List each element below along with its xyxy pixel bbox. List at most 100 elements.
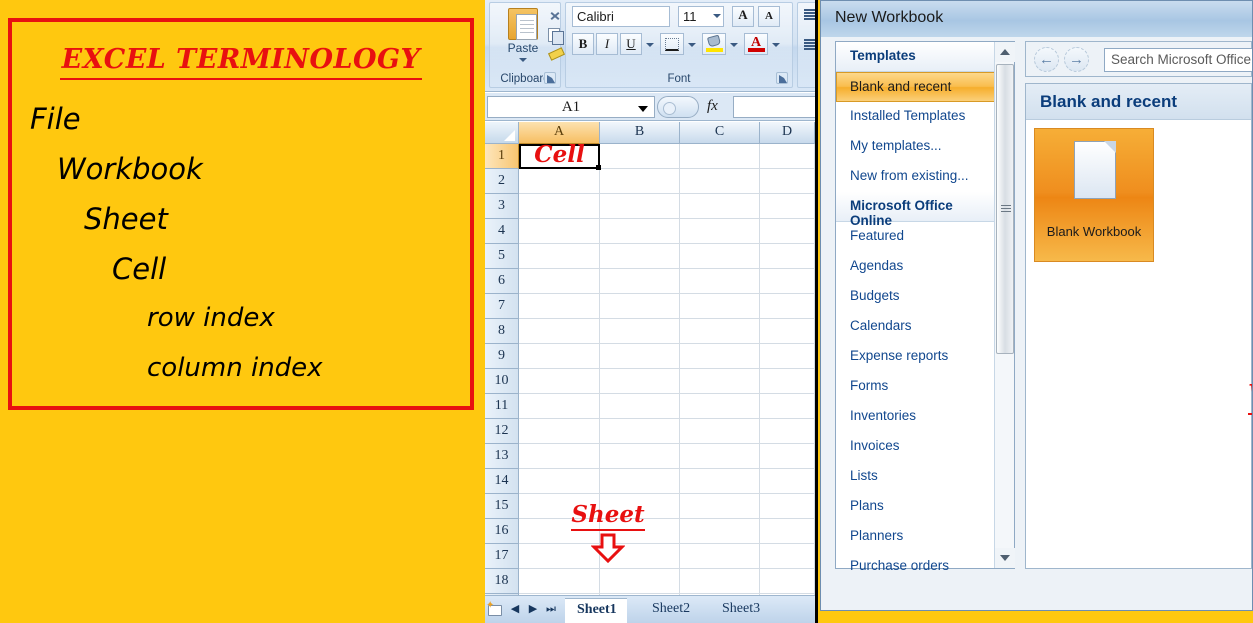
cell-A2[interactable]: [519, 169, 600, 194]
fill-color-chevron-down-icon[interactable]: [730, 43, 738, 47]
chevron-down-icon[interactable]: [519, 58, 527, 62]
cell-C13[interactable]: [680, 444, 760, 469]
last-sheet-button[interactable]: ⏭: [543, 602, 559, 618]
template-item-calendars[interactable]: Calendars: [836, 312, 994, 342]
row-header-17[interactable]: 17: [485, 544, 519, 569]
cell-D14[interactable]: [760, 469, 815, 494]
cell-A6[interactable]: [519, 269, 600, 294]
cell-D15[interactable]: [760, 494, 815, 519]
font-name-input[interactable]: Calibri: [572, 6, 670, 27]
cell-A4[interactable]: [519, 219, 600, 244]
cell-B18[interactable]: [600, 569, 680, 594]
back-button[interactable]: ←: [1034, 47, 1059, 72]
templates-scrollbar[interactable]: [994, 42, 1015, 568]
row-header-14[interactable]: 14: [485, 469, 519, 494]
insert-sheet-button[interactable]: ✦: [485, 600, 507, 620]
cell-A15[interactable]: [519, 494, 600, 519]
cell-C1[interactable]: [680, 144, 760, 169]
template-item-lists[interactable]: Lists: [836, 462, 994, 492]
cell-D4[interactable]: [760, 219, 815, 244]
cell-C7[interactable]: [680, 294, 760, 319]
row-header-18[interactable]: 18: [485, 569, 519, 594]
cell-D18[interactable]: [760, 569, 815, 594]
cell-A10[interactable]: [519, 369, 600, 394]
cell-B5[interactable]: [600, 244, 680, 269]
sheet-tab-sheet1[interactable]: Sheet1: [565, 598, 627, 623]
cell-B6[interactable]: [600, 269, 680, 294]
template-item-budgets[interactable]: Budgets: [836, 282, 994, 312]
align-top-icon[interactable]: [804, 9, 815, 20]
template-item-my-templates[interactable]: My templates...: [836, 132, 994, 162]
cell-A5[interactable]: [519, 244, 600, 269]
cell-D5[interactable]: [760, 244, 815, 269]
template-item-invoices[interactable]: Invoices: [836, 432, 994, 462]
cell-D11[interactable]: [760, 394, 815, 419]
template-item-blank-and-recent[interactable]: Blank and recent: [836, 72, 996, 102]
cell-C15[interactable]: [680, 494, 760, 519]
borders-button[interactable]: [660, 33, 684, 55]
cell-C17[interactable]: [680, 544, 760, 569]
font-color-chevron-down-icon[interactable]: [772, 43, 780, 47]
scroll-up-button[interactable]: [995, 42, 1015, 62]
bold-button[interactable]: B: [572, 33, 594, 55]
cell-B7[interactable]: [600, 294, 680, 319]
name-box[interactable]: A1: [487, 96, 655, 118]
cell-C10[interactable]: [680, 369, 760, 394]
template-item-new-from-existing[interactable]: New from existing...: [836, 162, 994, 192]
font-dialog-launcher-icon[interactable]: [776, 72, 788, 84]
cell-B2[interactable]: [600, 169, 680, 194]
cell-A14[interactable]: [519, 469, 600, 494]
cell-B12[interactable]: [600, 419, 680, 444]
align-left-icon[interactable]: [804, 39, 815, 50]
cell-A9[interactable]: [519, 344, 600, 369]
cell-C14[interactable]: [680, 469, 760, 494]
cell-A7[interactable]: [519, 294, 600, 319]
next-sheet-button[interactable]: ▶: [525, 602, 541, 618]
row-header-12[interactable]: 12: [485, 419, 519, 444]
cell-C16[interactable]: [680, 519, 760, 544]
borders-chevron-down-icon[interactable]: [688, 43, 696, 47]
cell-D3[interactable]: [760, 194, 815, 219]
scroll-down-button[interactable]: [995, 548, 1015, 568]
row-header-5[interactable]: 5: [485, 244, 519, 269]
name-box-chevron-down-icon[interactable]: [638, 106, 648, 112]
cell-D12[interactable]: [760, 419, 815, 444]
sheet-tab-sheet3[interactable]: Sheet3: [710, 598, 770, 623]
previous-sheet-button[interactable]: ◀: [507, 602, 523, 618]
cell-A18[interactable]: [519, 569, 600, 594]
cell-A12[interactable]: [519, 419, 600, 444]
cell-B8[interactable]: [600, 319, 680, 344]
row-header-11[interactable]: 11: [485, 394, 519, 419]
row-header-13[interactable]: 13: [485, 444, 519, 469]
template-item-installed-templates[interactable]: Installed Templates: [836, 102, 994, 132]
italic-button[interactable]: I: [596, 33, 618, 55]
column-header-c[interactable]: C: [680, 122, 760, 144]
cell-B13[interactable]: [600, 444, 680, 469]
cell-D13[interactable]: [760, 444, 815, 469]
clipboard-dialog-launcher-icon[interactable]: [544, 72, 556, 84]
scrollbar-thumb[interactable]: [996, 64, 1014, 354]
template-item-plans[interactable]: Plans: [836, 492, 994, 522]
row-header-7[interactable]: 7: [485, 294, 519, 319]
cell-B4[interactable]: [600, 219, 680, 244]
cell-D10[interactable]: [760, 369, 815, 394]
font-color-button[interactable]: A: [744, 33, 768, 55]
sheet-tab-sheet2[interactable]: Sheet2: [640, 598, 700, 623]
cell-C9[interactable]: [680, 344, 760, 369]
cell-C4[interactable]: [680, 219, 760, 244]
grow-font-button[interactable]: A: [732, 6, 754, 27]
column-header-a[interactable]: A: [519, 122, 600, 144]
underline-button[interactable]: U: [620, 33, 642, 55]
template-item-agendas[interactable]: Agendas: [836, 252, 994, 282]
cell-D9[interactable]: [760, 344, 815, 369]
column-header-d[interactable]: D: [760, 122, 815, 144]
paste-button[interactable]: Paste: [498, 6, 548, 68]
cell-C6[interactable]: [680, 269, 760, 294]
row-header-3[interactable]: 3: [485, 194, 519, 219]
blank-workbook-tile[interactable]: Blank Workbook: [1034, 128, 1154, 262]
row-header-15[interactable]: 15: [485, 494, 519, 519]
cell-D6[interactable]: [760, 269, 815, 294]
copy-icon[interactable]: [548, 27, 564, 45]
cell-B16[interactable]: [600, 519, 680, 544]
cell-B1[interactable]: [600, 144, 680, 169]
